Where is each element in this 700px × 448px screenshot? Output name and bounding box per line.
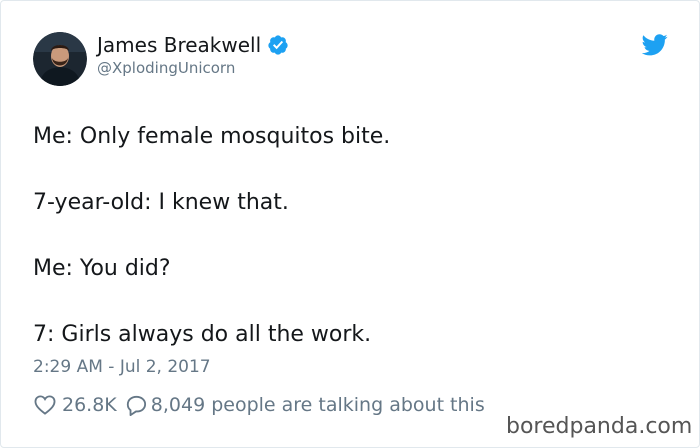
reply-count[interactable]: 8,049 people are talking about this bbox=[151, 394, 485, 416]
tweet-line: 7-year-old: I knew that. bbox=[33, 190, 289, 215]
avatar[interactable] bbox=[33, 32, 87, 86]
tweet-actions: 26.8K 8,049 people are talking about thi… bbox=[34, 394, 485, 416]
author-name-row[interactable]: James Breakwell bbox=[97, 33, 289, 57]
tweet-card: James Breakwell @XplodingUnicorn Me: Onl… bbox=[0, 0, 700, 448]
reply-icon[interactable] bbox=[125, 395, 147, 416]
like-count[interactable]: 26.8K bbox=[62, 394, 117, 416]
tweet-line: 7: Girls always do all the work. bbox=[33, 322, 372, 347]
twitter-bird-icon[interactable] bbox=[641, 34, 668, 56]
avatar-photo bbox=[33, 32, 87, 86]
author-handle[interactable]: @XplodingUnicorn bbox=[97, 59, 235, 77]
author-name[interactable]: James Breakwell bbox=[97, 33, 261, 57]
watermark: boredpanda.com bbox=[506, 414, 693, 439]
tweet-timestamp[interactable]: 2:29 AM - Jul 2, 2017 bbox=[33, 357, 211, 377]
verified-badge-icon bbox=[267, 34, 289, 56]
tweet-line: Me: You did? bbox=[33, 256, 171, 281]
tweet-text: Me: Only female mosquitos bite. 7-year-o… bbox=[33, 120, 673, 351]
tweet-line: Me: Only female mosquitos bite. bbox=[33, 124, 391, 149]
heart-icon[interactable] bbox=[34, 395, 56, 415]
